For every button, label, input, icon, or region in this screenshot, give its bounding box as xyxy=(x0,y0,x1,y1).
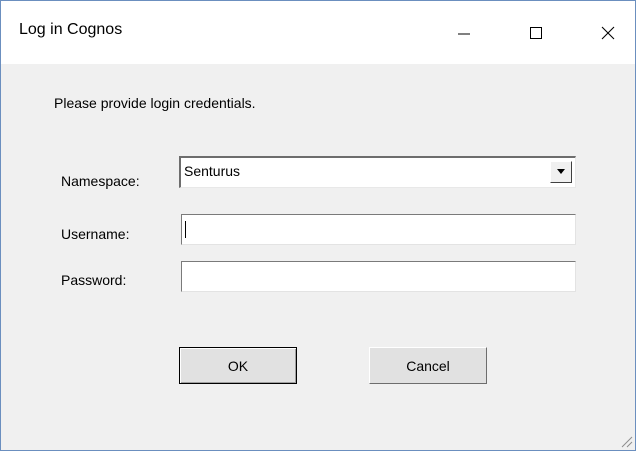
text-cursor xyxy=(185,221,186,238)
namespace-selected-value: Senturus xyxy=(184,163,241,179)
username-input[interactable] xyxy=(181,214,576,245)
maximize-button[interactable] xyxy=(513,1,559,64)
login-prompt: Please provide login credentials. xyxy=(54,95,256,111)
close-button[interactable] xyxy=(585,1,631,64)
maximize-icon xyxy=(530,26,542,39)
namespace-label: Namespace: xyxy=(61,173,140,189)
username-label: Username: xyxy=(61,226,130,242)
cancel-button[interactable]: Cancel xyxy=(369,347,487,384)
minimize-icon xyxy=(458,33,470,34)
namespace-select[interactable]: Senturus xyxy=(179,156,576,188)
password-input[interactable] xyxy=(181,261,576,292)
namespace-dropdown-button[interactable] xyxy=(550,161,572,183)
title-bar[interactable]: Log in Cognos xyxy=(1,1,635,64)
close-icon xyxy=(601,26,615,39)
ok-button[interactable]: OK xyxy=(179,347,297,384)
window-title: Log in Cognos xyxy=(19,21,123,38)
dropdown-arrow-icon xyxy=(557,169,565,174)
password-label: Password: xyxy=(61,272,127,288)
resize-grip-icon[interactable] xyxy=(619,434,633,448)
login-dialog: Log in Cognos Please provide login crede… xyxy=(0,0,636,451)
minimize-button[interactable] xyxy=(441,1,487,64)
